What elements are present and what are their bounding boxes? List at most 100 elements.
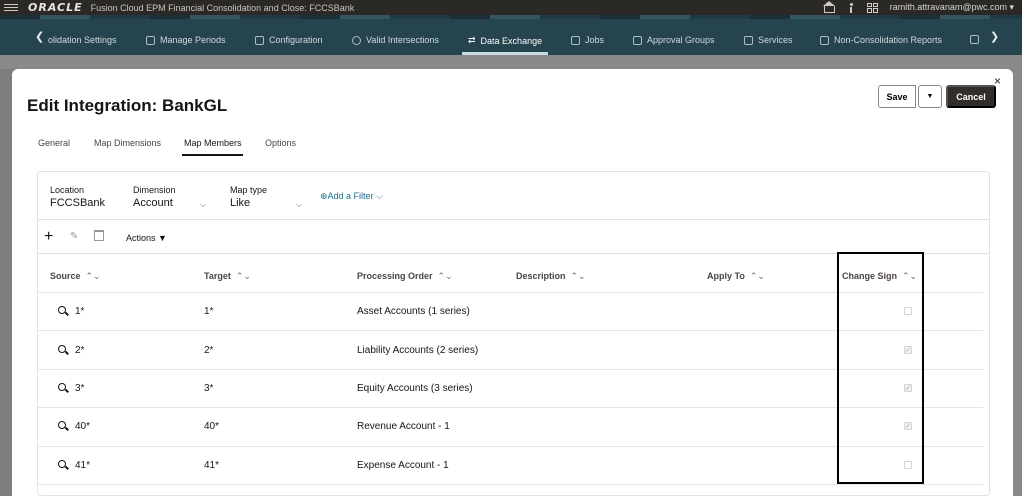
nav-item-valid-intersections[interactable]: Valid Intersections xyxy=(352,35,439,45)
source-cell: 40* xyxy=(75,421,91,432)
column-header-target[interactable]: Target ⌃⌄ xyxy=(204,271,251,282)
processing-order-cell: Asset Accounts (1 series) xyxy=(357,306,470,317)
approval-icon xyxy=(633,35,642,45)
nav-item-configuration[interactable]: Configuration xyxy=(255,35,323,45)
column-header-apply-to[interactable]: Apply To ⌃⌄ xyxy=(707,271,765,282)
delete-icon[interactable] xyxy=(94,230,104,241)
search-icon[interactable] xyxy=(58,306,66,314)
apps-grid-icon[interactable] xyxy=(866,2,878,13)
column-header-processing-order[interactable]: Processing Order ⌃⌄ xyxy=(357,271,453,282)
nav-item-services[interactable]: Services xyxy=(744,35,793,45)
target-cell: 40* xyxy=(204,421,220,432)
dimension-label: Dimension xyxy=(133,185,176,195)
search-icon[interactable] xyxy=(58,460,66,468)
navigator-icon[interactable] xyxy=(847,2,855,13)
edit-icon[interactable]: ✎ xyxy=(70,231,78,242)
column-label: Source xyxy=(50,271,81,281)
intersect-icon xyxy=(352,35,361,45)
home-icon[interactable] xyxy=(822,0,835,13)
sort-icon: ⌃⌄ xyxy=(570,271,586,281)
tab-options[interactable]: Options xyxy=(265,138,296,148)
page-backdrop xyxy=(0,55,1022,69)
nav-item-label: Data Exchange xyxy=(480,35,543,46)
chevron-down-icon[interactable]: ⌵ xyxy=(296,200,302,210)
calendar-icon xyxy=(146,35,155,45)
global-header: ORACLE Fusion Cloud EPM Financial Consol… xyxy=(0,0,1022,15)
nav-item-label: olidation Settings xyxy=(48,35,117,45)
jobs-icon xyxy=(571,35,580,45)
sort-icon: ⌃⌄ xyxy=(437,271,453,281)
source-cell: 41* xyxy=(75,460,91,471)
save-options-dropdown[interactable]: ▼ xyxy=(918,85,942,108)
nav-item-label: Valid Intersections xyxy=(366,35,439,45)
nav-item-consolidation-settings[interactable]: olidation Settings xyxy=(48,35,117,45)
add-filter-label: ⊕Add a Filter xyxy=(320,191,374,201)
column-label: Description xyxy=(516,271,566,281)
nav-item-jobs[interactable]: Jobs xyxy=(571,35,604,45)
maptype-select[interactable]: Like xyxy=(230,197,250,209)
services-icon xyxy=(744,35,753,45)
more-nav-icon[interactable] xyxy=(970,35,979,44)
sort-icon: ⌃⌄ xyxy=(235,271,251,281)
change-sign-highlight-box xyxy=(837,252,924,484)
nav-item-data-exchange[interactable]: ⇄ Data Exchange xyxy=(468,35,542,46)
column-header-source[interactable]: Source ⌃⌄ xyxy=(50,271,101,282)
actions-menu[interactable]: Actions ▼ xyxy=(126,233,167,243)
dimension-select[interactable]: Account xyxy=(133,197,173,209)
tools-icon xyxy=(255,35,264,45)
target-cell: 41* xyxy=(204,460,220,471)
caret-down-icon: ▼ xyxy=(158,233,167,243)
nav-item-manage-periods[interactable]: Manage Periods xyxy=(146,35,226,45)
processing-order-cell: Expense Account - 1 xyxy=(357,460,449,471)
processing-order-cell: Liability Accounts (2 series) xyxy=(357,345,479,356)
tab-active-indicator xyxy=(182,154,243,156)
search-icon[interactable] xyxy=(58,383,66,391)
search-icon[interactable] xyxy=(58,345,66,353)
nav-scroll-left-icon[interactable]: ❮ xyxy=(35,30,44,43)
chevron-down-icon[interactable]: ⌵ xyxy=(200,200,206,210)
caret-down-icon: ▼ xyxy=(926,93,934,100)
column-header-description[interactable]: Description ⌃⌄ xyxy=(516,271,586,282)
tab-map-dimensions[interactable]: Map Dimensions xyxy=(94,138,161,148)
reports-icon xyxy=(820,35,829,45)
source-cell: 3* xyxy=(75,383,85,394)
cancel-button[interactable]: Cancel xyxy=(946,85,996,108)
chevron-down-icon: ⌵ xyxy=(376,191,383,201)
nav-item-label: Services xyxy=(758,35,793,45)
source-cell: 2* xyxy=(75,345,85,356)
oracle-logo: ORACLE xyxy=(28,1,83,14)
maptype-label: Map type xyxy=(230,185,268,195)
nav-item-label: Configuration xyxy=(269,35,323,45)
nav-item-label: Non-Consolidation Reports xyxy=(834,35,943,45)
tab-general[interactable]: General xyxy=(38,138,70,148)
source-cell: 1* xyxy=(75,306,85,317)
column-label: Target xyxy=(204,271,231,281)
nav-item-non-consolidation-reports[interactable]: Non-Consolidation Reports xyxy=(820,35,942,45)
search-icon[interactable] xyxy=(58,421,66,429)
backdrop-right xyxy=(1013,69,1022,496)
processing-order-cell: Equity Accounts (3 series) xyxy=(357,383,473,394)
nav-item-label: Approval Groups xyxy=(647,35,715,45)
nav-item-approval-groups[interactable]: Approval Groups xyxy=(633,35,715,45)
location-value: FCCSBank xyxy=(50,197,106,209)
module-navbar: ❮ olidation Settings Manage Periods Conf… xyxy=(0,15,1022,55)
user-menu[interactable]: ramith.attravanam@pwc.com ▾ xyxy=(890,2,1014,13)
target-cell: 1* xyxy=(204,306,214,317)
column-label: Processing Order xyxy=(357,271,433,281)
nav-item-label: Manage Periods xyxy=(160,35,226,45)
header-actions: ramith.attravanam@pwc.com ▾ xyxy=(822,0,1014,15)
add-icon[interactable]: + xyxy=(44,228,53,246)
sort-icon: ⌃⌄ xyxy=(85,271,101,281)
nav-scroll-right-icon[interactable]: ❯ xyxy=(990,30,999,43)
dialog-title: Edit Integration: BankGL xyxy=(27,96,228,115)
nav-item-label: Jobs xyxy=(585,35,605,45)
filter-divider xyxy=(38,219,989,220)
processing-order-cell: Revenue Account - 1 xyxy=(357,421,450,432)
save-button[interactable]: Save xyxy=(878,85,916,108)
location-label: Location xyxy=(50,185,85,195)
add-filter-link[interactable]: ⊕Add a Filter ⌵ xyxy=(320,191,383,202)
target-cell: 3* xyxy=(204,383,214,394)
tab-map-members[interactable]: Map Members xyxy=(184,138,242,148)
actions-label: Actions xyxy=(126,233,156,243)
menu-icon[interactable] xyxy=(4,4,18,11)
